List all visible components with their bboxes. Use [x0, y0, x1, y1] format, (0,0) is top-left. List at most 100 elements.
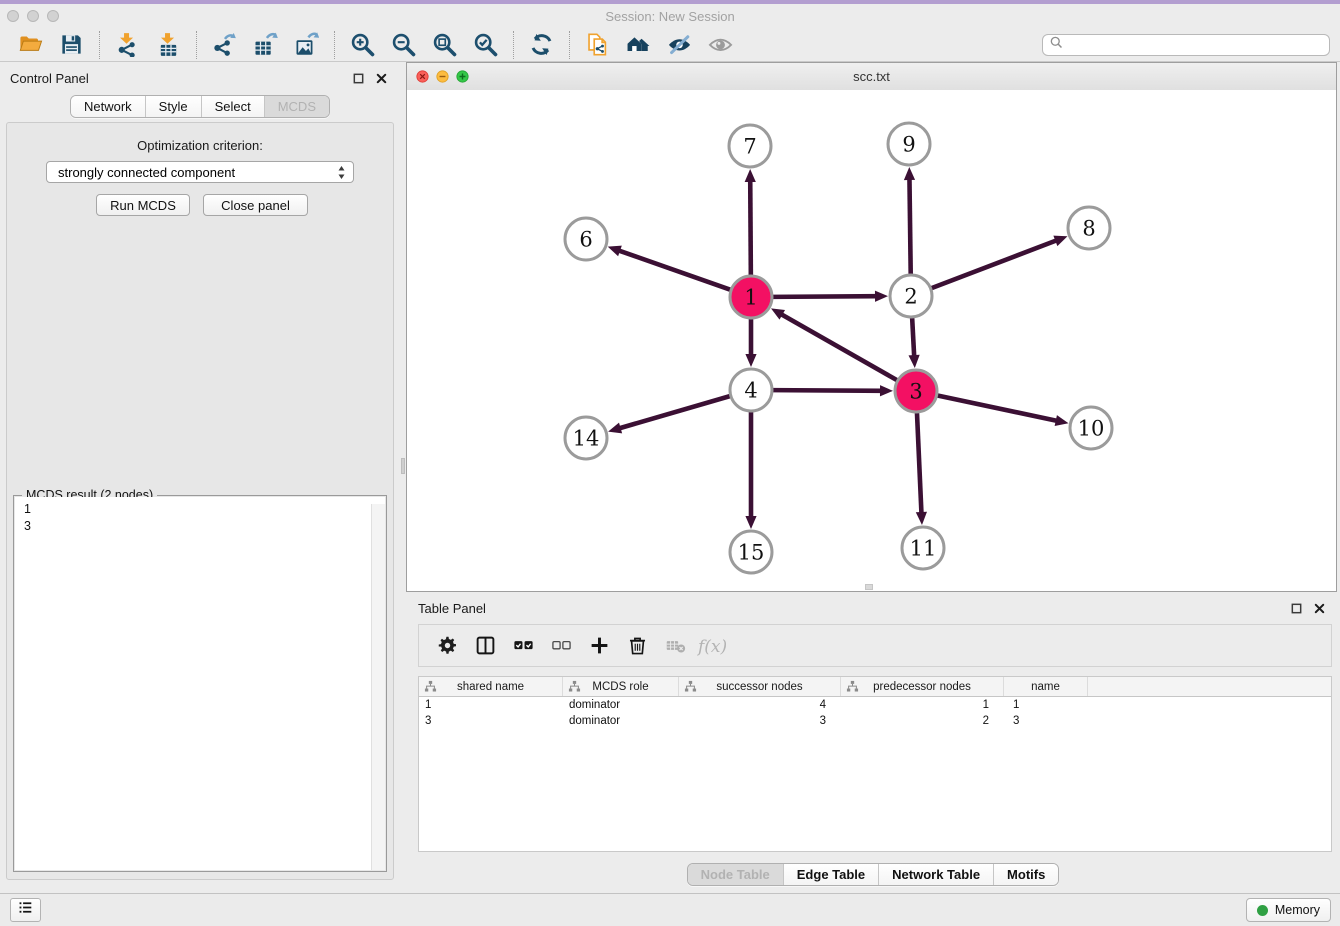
node-label-2: 2 — [904, 285, 917, 309]
column-label: shared name — [457, 681, 524, 693]
main-toolbar — [0, 28, 1340, 62]
cell-shared-name[interactable]: 3 — [419, 715, 563, 727]
network-view-window: scc.txt 1234678910111415 — [406, 62, 1337, 592]
edge-2-3[interactable] — [912, 318, 914, 357]
gear-button[interactable] — [435, 634, 459, 658]
refresh-button[interactable] — [526, 30, 557, 60]
cell-predecessor-nodes[interactable]: 2 — [841, 715, 1004, 727]
column-label: successor nodes — [716, 681, 802, 693]
zoom-network-button[interactable] — [456, 70, 469, 83]
import-table-button[interactable] — [153, 30, 184, 60]
run-mcds-button[interactable]: Run MCDS — [96, 194, 190, 216]
select-all-checks-button[interactable] — [511, 634, 535, 658]
network-window-titlebar[interactable]: scc.txt — [407, 63, 1336, 91]
column-header-MCDS-role[interactable]: MCDS role — [563, 677, 679, 696]
optimization-criterion-label: Optimization criterion: — [7, 138, 393, 153]
cell-name[interactable]: 1 — [1004, 699, 1088, 711]
houses-button[interactable] — [623, 30, 654, 60]
canvas-resize-grip[interactable] — [865, 584, 873, 590]
edge-3-10[interactable] — [938, 396, 1058, 421]
clone-network-button[interactable] — [582, 30, 613, 60]
list-icon — [17, 899, 34, 921]
table-row[interactable]: 3dominator323 — [419, 713, 1331, 729]
hide-eye-icon — [667, 32, 692, 57]
export-network-icon — [212, 32, 237, 57]
column-header-successor-nodes[interactable]: successor nodes — [679, 677, 841, 696]
task-history-button[interactable] — [10, 898, 41, 922]
tab-network[interactable]: Network — [71, 96, 145, 117]
zoom-selected-button[interactable] — [470, 30, 501, 60]
tree-icon — [424, 680, 437, 693]
column-header-shared-name[interactable]: shared name — [419, 677, 563, 696]
cell-shared-name[interactable]: 1 — [419, 699, 563, 711]
edge-1-6[interactable] — [618, 250, 730, 289]
cell-predecessor-nodes[interactable]: 1 — [841, 699, 1004, 711]
tab-network-table[interactable]: Network Table — [878, 864, 993, 885]
edge-1-7[interactable] — [750, 180, 751, 275]
tab-style[interactable]: Style — [145, 96, 201, 117]
export-image-button[interactable] — [291, 30, 322, 60]
node-label-9: 9 — [902, 133, 915, 157]
minimize-network-button[interactable] — [436, 70, 449, 83]
cell-name[interactable]: 3 — [1004, 715, 1088, 727]
trash-button[interactable] — [625, 634, 649, 658]
memory-button[interactable]: Memory — [1246, 898, 1331, 922]
zoom-selected-icon — [473, 32, 498, 57]
open-file-button[interactable] — [15, 30, 46, 60]
table-row[interactable]: 1dominator411 — [419, 697, 1331, 713]
close-network-button[interactable] — [416, 70, 429, 83]
cell-MCDS-role[interactable]: dominator — [563, 715, 679, 727]
zoom-fit-button[interactable] — [429, 30, 460, 60]
result-item: 1 — [24, 501, 376, 518]
node-label-11: 11 — [910, 537, 937, 561]
edge-2-8[interactable] — [932, 240, 1058, 288]
edge-4-3[interactable] — [773, 390, 882, 391]
close-panel-icon[interactable] — [374, 71, 388, 85]
tab-motifs[interactable]: Motifs — [993, 864, 1058, 885]
hide-eye-button[interactable] — [664, 30, 695, 60]
tab-mcds[interactable]: MCDS — [264, 96, 329, 117]
export-table-button[interactable] — [250, 30, 281, 60]
control-panel-title: Control Panel — [10, 71, 89, 86]
edge-2-9[interactable] — [909, 178, 910, 274]
splitter-grip[interactable] — [401, 458, 405, 474]
cell-successor-nodes[interactable]: 3 — [679, 715, 841, 727]
mcds-result-list[interactable]: 13 — [15, 497, 385, 870]
criterion-select[interactable]: strongly connected component — [46, 161, 354, 183]
clear-checks-button[interactable] — [549, 634, 573, 658]
close-panel-button[interactable]: Close panel — [203, 194, 308, 216]
cell-successor-nodes[interactable]: 4 — [679, 699, 841, 711]
zoom-out-button[interactable] — [388, 30, 419, 60]
zoom-out-icon — [391, 32, 416, 57]
tab-node-table[interactable]: Node Table — [688, 864, 783, 885]
tab-select[interactable]: Select — [201, 96, 264, 117]
column-header-predecessor-nodes[interactable]: predecessor nodes — [841, 677, 1004, 696]
table-toolbar: f(x) — [418, 624, 1332, 667]
network-canvas[interactable]: 1234678910111415 — [407, 90, 1336, 591]
save-session-button[interactable] — [56, 30, 87, 60]
control-panel-controls — [351, 71, 388, 85]
tab-edge-table[interactable]: Edge Table — [783, 864, 878, 885]
edge-4-14[interactable] — [619, 396, 730, 428]
export-network-button[interactable] — [209, 30, 240, 60]
node-label-14: 14 — [573, 427, 600, 451]
edge-3-1[interactable] — [781, 314, 897, 380]
columns-button[interactable] — [473, 634, 497, 658]
float-panel-icon[interactable] — [1289, 601, 1303, 615]
add-button[interactable] — [587, 634, 611, 658]
column-header-name[interactable]: name — [1004, 677, 1088, 696]
node-label-1: 1 — [744, 286, 757, 310]
search-input[interactable] — [1064, 37, 1329, 53]
float-panel-icon[interactable] — [351, 71, 365, 85]
edge-1-2[interactable] — [773, 296, 877, 297]
zoom-in-button[interactable] — [347, 30, 378, 60]
edge-3-11[interactable] — [917, 413, 922, 514]
result-scrollbar[interactable] — [371, 504, 385, 870]
cell-MCDS-role[interactable]: dominator — [563, 699, 679, 711]
node-label-7: 7 — [743, 135, 756, 159]
show-eye-button[interactable] — [705, 30, 736, 60]
node-label-8: 8 — [1082, 217, 1095, 241]
refresh-icon — [529, 32, 554, 57]
close-panel-icon[interactable] — [1312, 601, 1326, 615]
import-network-button[interactable] — [112, 30, 143, 60]
